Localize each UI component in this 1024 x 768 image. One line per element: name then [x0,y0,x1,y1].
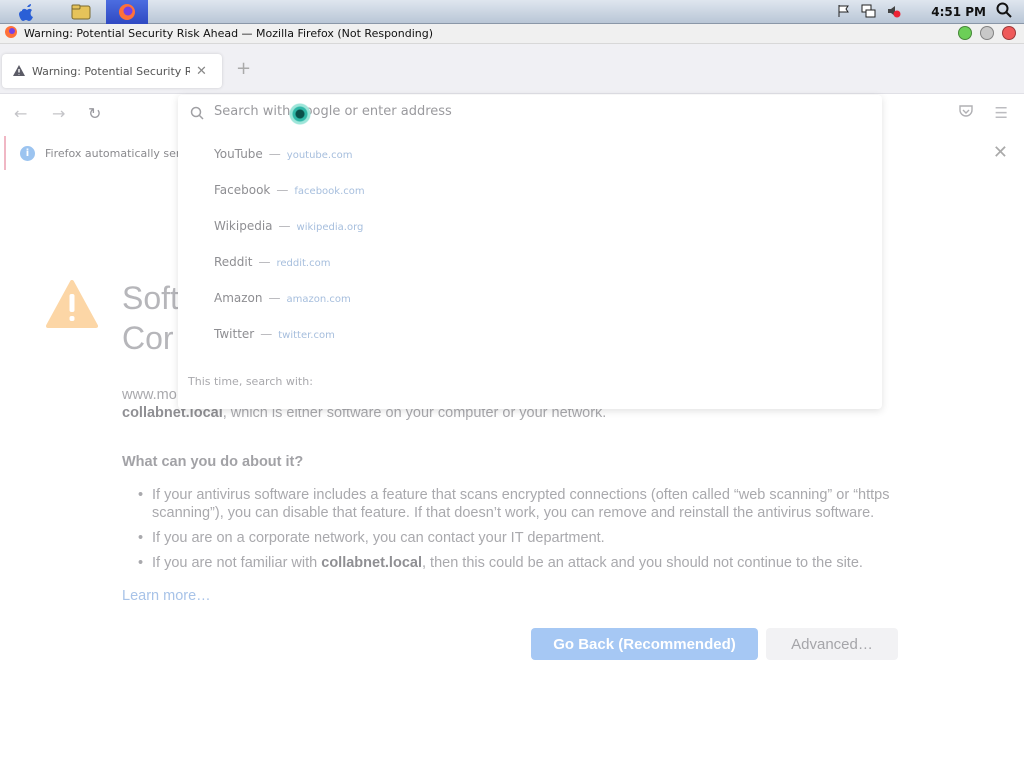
list-item: If you are on a corporate network, you c… [136,529,916,547]
address-bar[interactable] [178,95,882,131]
firefox-icon [4,24,18,43]
forward-arrow-icon[interactable]: → [52,104,65,123]
file-manager-icon[interactable] [60,0,102,24]
os-clock[interactable]: 4:51 PM [931,5,986,19]
one-off-search-label: This time, search with: [188,375,313,388]
list-item: If your antivirus software includes a fe… [136,486,916,522]
suggestion-row[interactable]: YouTube — youtube.com [214,147,352,167]
advice-list: If your antivirus software includes a fe… [136,486,916,579]
tab-security-warning[interactable]: Warning: Potential Security Risk Ahead ✕ [2,54,222,88]
go-back-button[interactable]: Go Back (Recommended) [531,628,758,660]
network-icon[interactable] [861,3,877,22]
pocket-icon[interactable] [958,104,973,122]
suggestion-row[interactable]: Wikipedia — wikipedia.org [214,219,363,239]
new-tab-icon[interactable]: + [236,58,251,79]
volume-muted-icon[interactable] [887,3,901,22]
close-window-button[interactable] [1002,26,1016,40]
reload-icon[interactable]: ↻ [88,104,101,123]
tab-strip: Warning: Potential Security Risk Ahead ✕… [0,44,1024,94]
back-arrow-icon[interactable]: ← [14,104,27,123]
maximize-button[interactable] [958,26,972,40]
firefox-icon[interactable] [106,0,148,24]
search-icon [190,105,204,124]
learn-more-link[interactable]: Learn more… [122,588,211,604]
info-icon: i [20,145,35,161]
address-bar-dropdown: YouTube—youtube.com Facebook—facebook.co… [178,95,882,409]
warning-icon [46,280,98,332]
spotlight-search-icon[interactable] [996,2,1012,22]
close-notification-icon[interactable]: ✕ [993,142,1008,163]
suggestion-row[interactable]: Facebook — facebook.com [214,183,365,203]
what-to-do-heading: What can you do about it? [122,454,304,470]
close-tab-icon[interactable]: ✕ [196,64,207,79]
busy-spinner-cursor [288,102,312,126]
hamburger-menu-icon[interactable]: ☰ [995,104,1008,122]
page-title: Soft Cor [122,280,179,356]
window-title-bar[interactable]: Warning: Potential Security Risk Ahead —… [0,24,1024,44]
os-menu-bar: 4:51 PM [0,0,1024,24]
tab-label: Warning: Potential Security Risk Ahead [32,64,190,78]
suggestion-row[interactable]: Amazon — amazon.com [214,291,351,311]
apple-menu-icon[interactable] [6,0,48,24]
warning-icon [12,62,26,81]
advanced-button[interactable]: Advanced… [766,628,898,660]
window-title: Warning: Potential Security Risk Ahead —… [24,27,434,40]
suggestion-row[interactable]: Twitter — twitter.com [214,327,335,347]
list-item: If you are not familiar with collabnet.l… [136,554,916,572]
notification-text: Firefox automatically sends [45,146,196,160]
flag-icon[interactable] [837,3,851,22]
suggestion-row[interactable]: Reddit — reddit.com [214,255,330,275]
minimize-button[interactable] [980,26,994,40]
